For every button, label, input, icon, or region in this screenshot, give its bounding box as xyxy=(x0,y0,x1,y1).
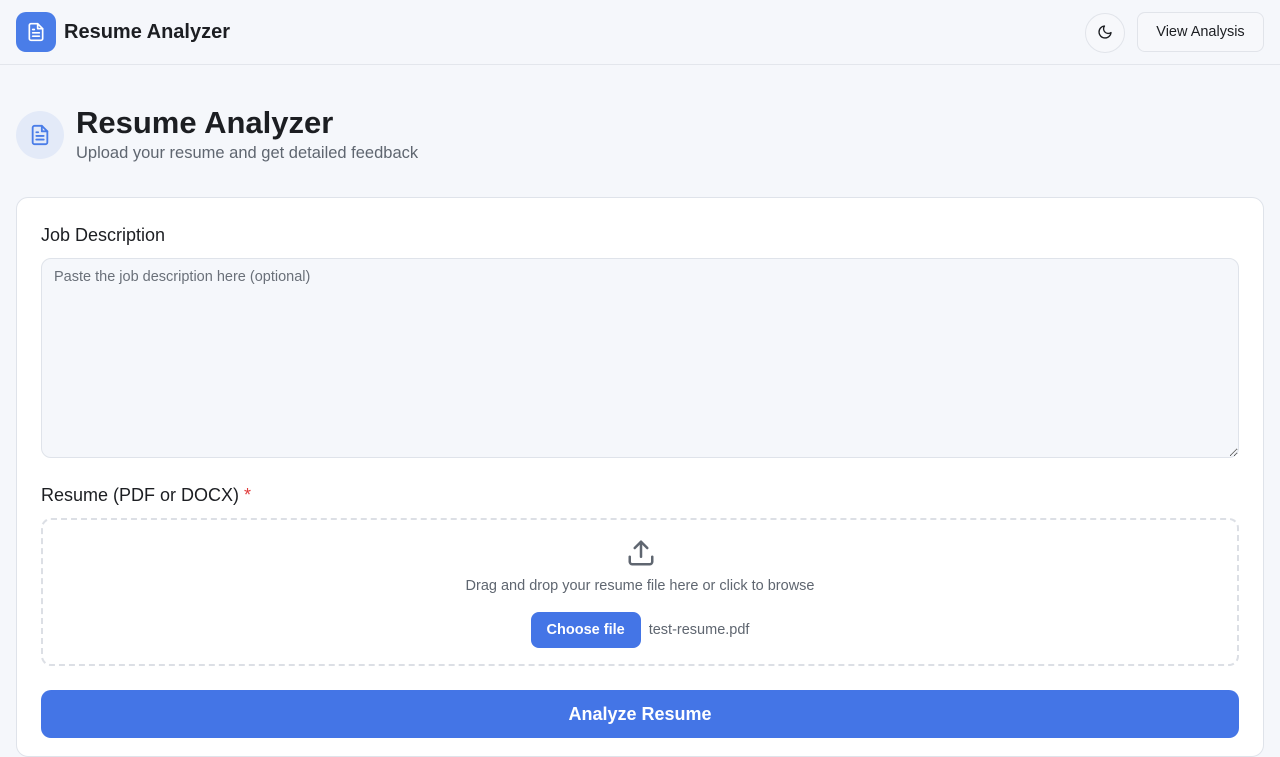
file-text-icon xyxy=(16,111,64,159)
top-navbar: Resume Analyzer View Analysis xyxy=(0,0,1280,65)
choose-file-button[interactable]: Choose file xyxy=(530,612,641,648)
resume-label-text: Resume (PDF or DOCX) xyxy=(41,485,240,505)
job-description-label: Job Description xyxy=(41,225,166,245)
brand[interactable]: Resume Analyzer xyxy=(16,12,230,52)
theme-toggle-button[interactable] xyxy=(1085,13,1125,53)
view-analysis-button[interactable]: View Analysis xyxy=(1137,12,1264,52)
brand-title: Resume Analyzer xyxy=(64,20,230,43)
file-input: Choose file test-resume.pdf xyxy=(43,612,1237,648)
dropzone-instructions: Drag and drop your resume file here or c… xyxy=(465,578,815,594)
job-description-input[interactable] xyxy=(41,258,1239,458)
file-text-icon xyxy=(16,12,56,52)
resume-dropzone[interactable]: Drag and drop your resume file here or c… xyxy=(41,518,1239,666)
resume-form-card: Job Description Resume (PDF or DOCX) * D… xyxy=(16,197,1264,757)
resume-label: Resume (PDF or DOCX) * xyxy=(41,485,251,506)
required-marker: * xyxy=(244,485,252,505)
page-header: Resume Analyzer Upload your resume and g… xyxy=(16,104,418,164)
moon-icon xyxy=(1097,24,1113,43)
analyze-resume-button[interactable]: Analyze Resume xyxy=(41,690,1239,738)
page-title: Resume Analyzer xyxy=(76,105,334,140)
page-subtitle: Upload your resume and get detailed feed… xyxy=(76,144,419,162)
selected-file-name: test-resume.pdf xyxy=(648,622,750,638)
upload-icon xyxy=(626,538,656,573)
